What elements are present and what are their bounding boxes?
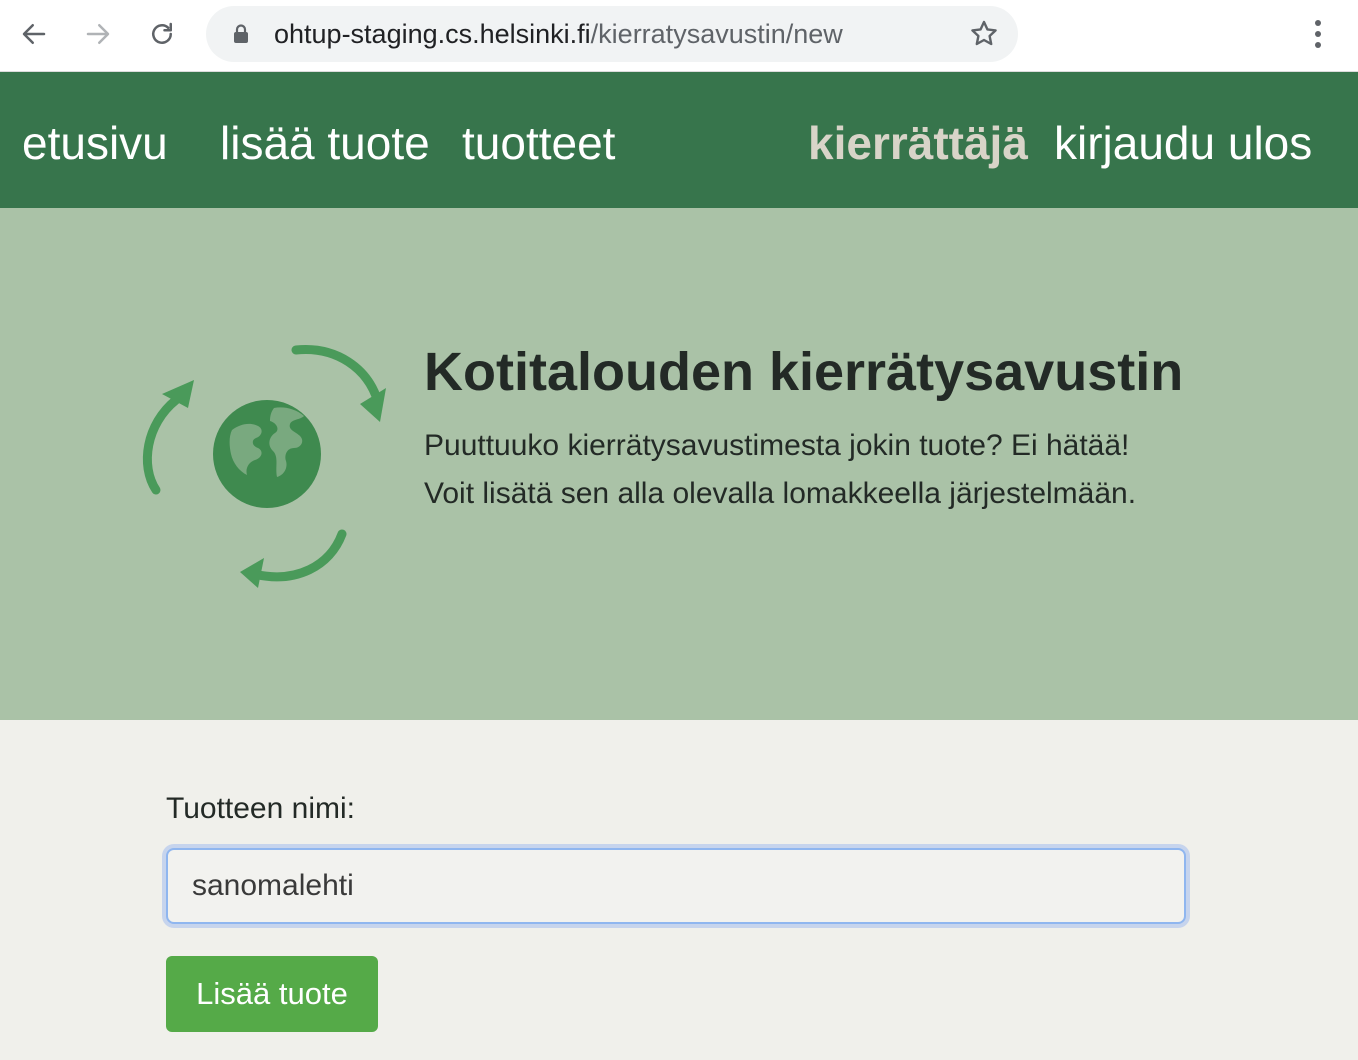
hero-line-2: Voit lisätä sen alla olevalla lomakkeell…	[424, 477, 1137, 510]
url-host: ohtup-staging.cs.helsinki.fi	[274, 19, 591, 49]
nav-home-link[interactable]: etusivu	[22, 116, 168, 170]
product-name-label: Tuotteen nimi:	[166, 792, 355, 825]
arrow-left-icon	[22, 24, 46, 44]
hero-description: Puuttuuko kierrätysavustimesta jokin tuo…	[424, 422, 1244, 518]
reload-button[interactable]	[142, 14, 182, 54]
url-text: ohtup-staging.cs.helsinki.fi/kierratysav…	[274, 18, 843, 50]
nav-logout-link[interactable]: kirjaudu ulos	[1054, 116, 1312, 170]
nav-add-product-link[interactable]: lisää tuote	[220, 116, 430, 170]
browser-menu-button[interactable]	[1300, 14, 1336, 54]
back-button[interactable]	[14, 14, 54, 54]
recycle-globe-icon	[142, 345, 386, 588]
reload-icon	[152, 22, 172, 44]
forward-button[interactable]	[78, 14, 118, 54]
vertical-dots-icon	[1315, 20, 1321, 48]
arrow-right-icon	[86, 24, 110, 44]
add-product-button[interactable]: Lisää tuote	[166, 956, 378, 1032]
browser-toolbar: ohtup-staging.cs.helsinki.fi/kierratysav…	[0, 0, 1358, 72]
nav-products-link[interactable]: tuotteet	[462, 116, 615, 170]
url-path: /kierratysavustin/new	[590, 19, 843, 49]
star-icon[interactable]	[968, 18, 1000, 50]
hero-line-1: Puuttuuko kierrätysavustimesta jokin tuo…	[424, 429, 1130, 462]
product-name-input[interactable]	[166, 848, 1186, 924]
lock-icon	[234, 24, 248, 43]
address-bar[interactable]: ohtup-staging.cs.helsinki.fi/kierratysav…	[206, 6, 1018, 62]
page-title: Kotitalouden kierrätysavustin	[424, 342, 1184, 402]
nav-user-link[interactable]: kierrättäjä	[808, 116, 1028, 170]
main-navbar: etusivu lisää tuote tuotteet kierrättäjä…	[0, 72, 1358, 208]
hero-banner: Kotitalouden kierrätysavustin Puuttuuko …	[0, 208, 1358, 720]
